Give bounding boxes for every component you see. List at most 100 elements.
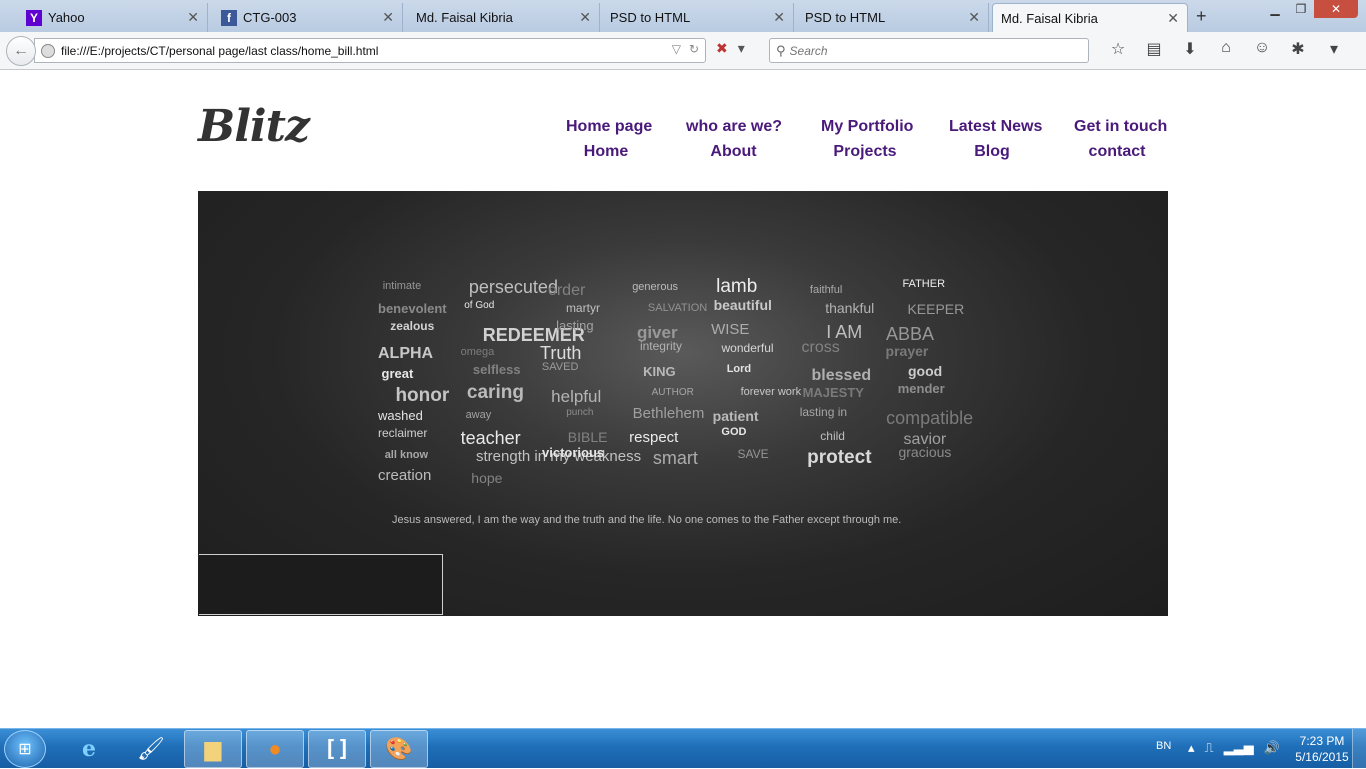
nav-item-projects[interactable]: My Portfolio Projects [821,114,913,164]
chevron-down-icon[interactable]: ▾ [1316,39,1352,59]
word-cloud-word: zealous [390,319,435,334]
word-cloud-word: caring [466,381,524,403]
facebook-icon: f [221,9,237,26]
word-cloud-word: honor [395,385,450,407]
dropdown-arrow-icon[interactable]: ▽ [672,42,681,56]
word-cloud-word: benevolent [378,301,447,317]
url-text[interactable]: file:///E:/projects/CT/personal page/las… [61,44,378,58]
close-window-button[interactable]: ✕ [1314,0,1358,18]
word-cloud-word: smart [652,447,698,468]
word-cloud-word: thankful [825,299,875,316]
firefox-icon[interactable]: ● [246,730,304,768]
search-input[interactable] [789,43,1070,58]
photoshop-palette-icon[interactable]: 🎨 [370,730,428,768]
tab-yahoo[interactable]: Y Yahoo ✕ [18,3,208,32]
tab-ctg-003[interactable]: f CTG-003 ✕ [213,3,403,32]
tab-faisal-kibria[interactable]: Md. Faisal Kibria ✕ [408,3,600,32]
new-tab-button[interactable]: + [1196,6,1207,27]
word-cloud-word: great [381,365,414,381]
home-icon[interactable]: ⌂ [1208,39,1244,59]
hero-caption-box [199,554,443,615]
word-cloud-word: Bethlehem [632,405,705,423]
close-icon[interactable]: ✕ [579,9,591,26]
menu-icon[interactable]: ≡ [1352,39,1366,59]
word-cloud-word: KEEPER [907,300,965,317]
word-cloud-word: GOD [721,425,747,438]
back-arrow-icon: ← [13,42,29,59]
volume-icon[interactable]: 🔊 [1264,740,1280,756]
word-cloud-word: child [820,428,845,443]
web-page: Blitz Home page Home who are we? About M… [0,71,1366,728]
file-explorer-icon[interactable]: ▆ [184,730,242,768]
nav-item-title: Home page [566,118,653,135]
word-cloud-word: KING [643,363,676,379]
word-cloud-word: faithful [809,283,843,296]
word-cloud-word: order [547,282,586,300]
word-cloud-word: AUTHOR [651,386,694,398]
download-icon[interactable]: ⬇ [1172,39,1208,59]
system-clock[interactable]: 7:23 PM 5/16/2015 [1286,733,1358,765]
word-cloud-word: martyr [565,300,600,315]
word-cloud-image: intimate persecuted order generous lamb faith… [378,276,978,486]
bookmark-star-icon[interactable]: ☆ [1100,39,1136,59]
minimize-icon[interactable]: ▁ [1262,0,1288,18]
nav-item-about[interactable]: who are we? About [686,114,782,164]
word-cloud-word: SALVATION [647,302,708,315]
language-indicator[interactable]: BN [1156,740,1171,752]
show-hidden-icons-icon[interactable]: ▴ [1188,740,1195,756]
word-cloud-word: lasting in [799,405,848,420]
hero-quote: Jesus answered, I am the way and the tru… [392,514,902,526]
addon-block-icon[interactable]: ✖ [716,40,728,57]
reload-icon[interactable]: ↻ [689,42,699,56]
nav-item-contact[interactable]: Get in touch contact [1074,114,1167,164]
close-icon[interactable]: ✕ [968,9,980,26]
word-cloud-word: reclaimer [378,425,428,440]
word-cloud-word: wonderful [721,340,774,355]
word-cloud-word: omega [460,345,495,358]
start-button[interactable]: ⊞ [4,730,46,768]
yahoo-icon: Y [26,9,42,26]
show-desktop-button[interactable] [1352,729,1366,769]
globe-icon [41,43,55,58]
tab-title: Md. Faisal Kibria [1001,10,1098,26]
site-logo[interactable]: Blitz [198,101,310,152]
close-icon[interactable]: ✕ [382,9,394,26]
word-cloud-word: mender [897,381,945,397]
chevron-down-icon[interactable]: ▾ [738,40,745,57]
nav-item-title: Get in touch [1074,118,1168,135]
browser-nav-bar: file:///E:/projects/CT/personal page/las… [0,32,1366,70]
tab-psd-to-html-1[interactable]: PSD to HTML ✕ [602,3,794,32]
addon-icon[interactable]: ✱ [1280,39,1316,59]
word-cloud-word: SAVE [737,446,769,461]
reading-list-icon[interactable]: ▤ [1136,39,1172,59]
network-signal-icon[interactable]: ▂▃▅ [1224,740,1254,756]
paint-icon[interactable]: 🖌 [122,730,180,768]
close-icon[interactable]: ✕ [1167,10,1179,27]
nav-item-home[interactable]: Home page Home [566,114,652,164]
word-cloud-word: lamb [716,276,758,298]
nav-item-subtitle: Projects [833,143,897,160]
close-icon[interactable]: ✕ [187,9,199,26]
word-cloud-word: intimate [382,280,422,293]
word-cloud-word: all know [384,448,429,461]
back-button[interactable]: ← [6,36,36,66]
tab-faisal-kibria-active[interactable]: Md. Faisal Kibria ✕ [992,3,1188,32]
word-cloud-word: lasting [556,318,594,334]
word-cloud-word: protect [807,446,872,468]
word-cloud-word: helpful [551,387,602,406]
search-icon: ⚲ [776,42,786,58]
nav-item-blog[interactable]: Latest News Blog [949,114,1042,164]
tab-psd-to-html-2[interactable]: PSD to HTML ✕ [797,3,989,32]
word-cloud-word: WISE [711,320,750,338]
windows-taskbar: ⊞ e 🖌 ▆ ● [] 🎨 BN ▴ ⎍ ▂▃▅ 🔊 7:23 PM 5/16… [0,728,1366,769]
url-bar[interactable]: file:///E:/projects/CT/personal page/las… [34,38,706,63]
chat-icon[interactable]: ☺ [1244,39,1280,59]
usb-device-icon[interactable]: ⎍ [1205,740,1214,756]
internet-explorer-icon[interactable]: e [60,730,118,768]
restore-icon[interactable]: ❐ [1288,0,1314,18]
search-bar[interactable]: ⚲ [769,38,1089,63]
close-icon[interactable]: ✕ [773,9,785,26]
brackets-icon[interactable]: [] [308,730,366,768]
tab-title: Yahoo [48,10,85,25]
word-cloud-word: BIBLE [567,429,608,446]
